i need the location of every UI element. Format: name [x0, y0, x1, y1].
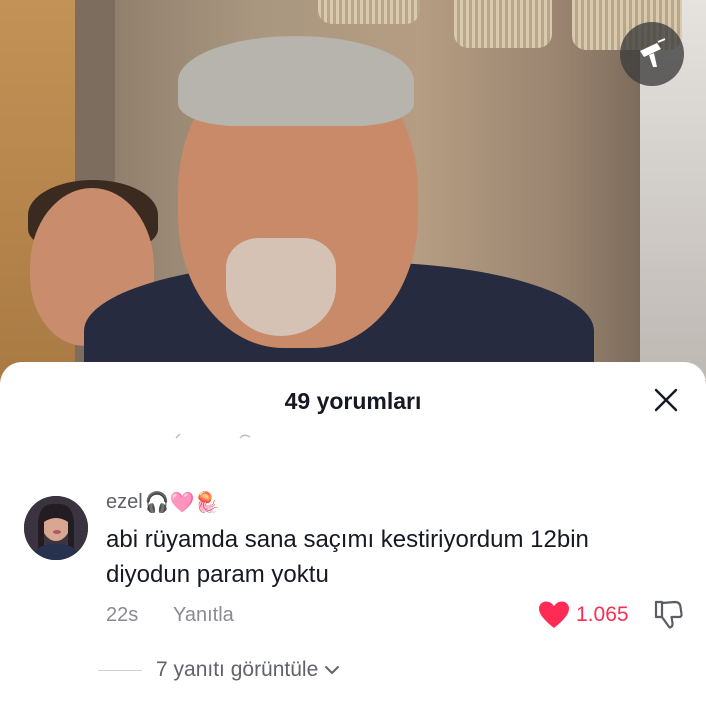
partial-text-remnant: [175, 433, 251, 439]
username-emojis: 🎧🩷🪼: [144, 492, 220, 514]
view-replies-button[interactable]: 7 yanıtı görüntüle: [98, 658, 340, 682]
reply-button[interactable]: Yanıtla: [173, 604, 234, 627]
view-replies-label: 7 yanıtı görüntüle: [156, 658, 319, 681]
avatar[interactable]: [24, 496, 88, 560]
ceiling-lamp: [454, 0, 552, 48]
comment-text: abi rüyamda sana saçımı kestiriyordum 12…: [106, 526, 589, 588]
comment-timestamp: 22s: [106, 604, 139, 626]
close-icon: [654, 388, 678, 412]
video-frame[interactable]: [0, 0, 706, 380]
heart-icon: [539, 601, 569, 628]
dislike-button[interactable]: [652, 598, 684, 630]
effect-icon: [640, 38, 666, 67]
avatar-image: [24, 496, 88, 560]
like-button[interactable]: 1.065: [538, 600, 629, 630]
ceiling-lamp: [318, 0, 420, 24]
close-button[interactable]: [650, 384, 682, 416]
effect-button[interactable]: [620, 22, 684, 86]
dislike-icon: [654, 600, 683, 629]
comments-title: 49 yorumları: [284, 388, 422, 414]
replies-divider: [98, 669, 142, 671]
comments-sheet: 49 yorumları ezel 🎧🩷🪼 abi rüyamda sana s…: [0, 362, 706, 722]
main-person-beard: [226, 238, 336, 336]
comment-username[interactable]: ezel 🎧🩷🪼: [106, 490, 219, 515]
username-text: ezel: [106, 491, 143, 513]
like-count: 1.065: [576, 603, 629, 626]
main-person-hair: [178, 36, 414, 126]
chevron-down-icon: [325, 666, 340, 674]
